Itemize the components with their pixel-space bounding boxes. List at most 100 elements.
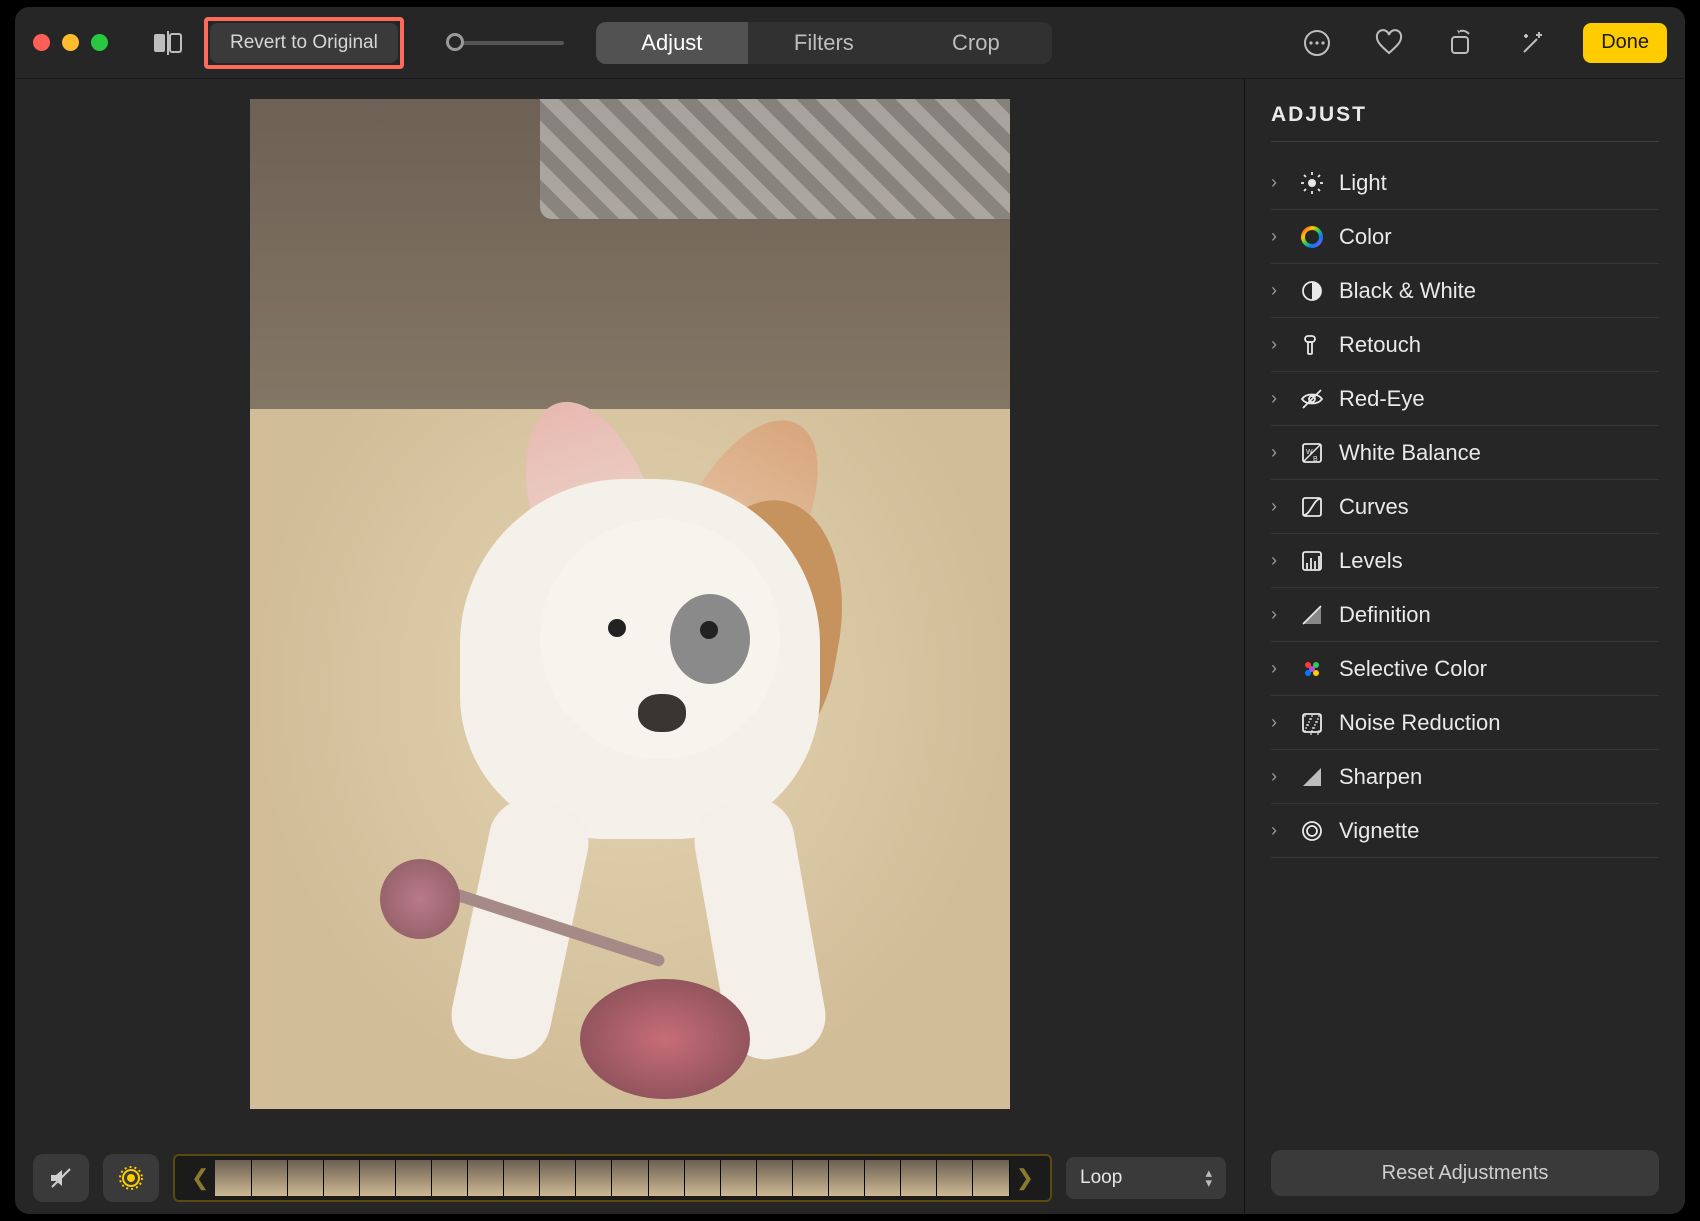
revert-to-original-button[interactable]: Revert to Original bbox=[210, 23, 398, 63]
chevron-right-icon: › bbox=[1271, 334, 1285, 355]
adjustment-row-selective-color[interactable]: ›Selective Color bbox=[1271, 642, 1659, 696]
editor-body: ❮ ❯ Loop ▴▾ ADJUST ›Light›Color›Black & … bbox=[15, 79, 1685, 1214]
edit-mode-tabs: Adjust Filters Crop bbox=[596, 22, 1052, 64]
more-options-button[interactable] bbox=[1295, 21, 1339, 65]
playback-mode-value: Loop bbox=[1080, 1167, 1122, 1189]
chevron-right-icon: › bbox=[1271, 712, 1285, 733]
zoom-slider[interactable] bbox=[454, 41, 564, 45]
timeline-thumb bbox=[540, 1160, 576, 1196]
tab-crop[interactable]: Crop bbox=[900, 22, 1052, 64]
live-icon bbox=[118, 1165, 144, 1191]
adjustment-label: Red-Eye bbox=[1339, 386, 1425, 412]
live-photo-button[interactable] bbox=[103, 1154, 159, 1202]
adjustment-row-noise-reduction[interactable]: ›Noise Reduction bbox=[1271, 696, 1659, 750]
timeline-thumbs bbox=[215, 1160, 1009, 1196]
adjustment-row-levels[interactable]: ›Levels bbox=[1271, 534, 1659, 588]
adjustments-list: ›Light›Color›Black & White›Retouch›Red-E… bbox=[1271, 156, 1659, 858]
adjustment-label: Vignette bbox=[1339, 818, 1419, 844]
photo-preview[interactable] bbox=[250, 99, 1010, 1109]
adjustment-row-white-balance[interactable]: ›WBWhite Balance bbox=[1271, 426, 1659, 480]
adjustment-label: Color bbox=[1339, 224, 1392, 250]
adjustment-row-red-eye[interactable]: › Red-Eye bbox=[1271, 372, 1659, 426]
timeline-thumb bbox=[252, 1160, 288, 1196]
compare-icon bbox=[153, 31, 183, 55]
fullscreen-window-button[interactable] bbox=[91, 34, 108, 51]
tab-adjust[interactable]: Adjust bbox=[596, 22, 748, 64]
timeline-thumb bbox=[504, 1160, 540, 1196]
timeline-thumb bbox=[649, 1160, 685, 1196]
adjustment-label: Selective Color bbox=[1339, 656, 1487, 682]
close-window-button[interactable] bbox=[33, 34, 50, 51]
levels-icon bbox=[1299, 548, 1325, 574]
zoom-track bbox=[454, 41, 564, 45]
timeline-left-icon: ❮ bbox=[185, 1165, 215, 1191]
canvas-column: ❮ ❯ Loop ▴▾ bbox=[15, 79, 1245, 1214]
minimize-window-button[interactable] bbox=[62, 34, 79, 51]
auto-enhance-button[interactable] bbox=[1511, 21, 1555, 65]
timeline-thumb bbox=[865, 1160, 901, 1196]
timeline-thumb bbox=[468, 1160, 504, 1196]
chevron-right-icon: › bbox=[1271, 172, 1285, 193]
definition-icon bbox=[1299, 602, 1325, 628]
chevron-right-icon: › bbox=[1271, 496, 1285, 517]
adjustment-row-retouch[interactable]: › Retouch bbox=[1271, 318, 1659, 372]
adjustment-row-sharpen[interactable]: ›Sharpen bbox=[1271, 750, 1659, 804]
noise-icon bbox=[1299, 710, 1325, 736]
timeline-thumb bbox=[685, 1160, 721, 1196]
redeye-icon bbox=[1299, 386, 1325, 412]
canvas-area bbox=[15, 79, 1244, 1142]
adjustment-row-definition[interactable]: › Definition bbox=[1271, 588, 1659, 642]
timeline-thumb bbox=[360, 1160, 396, 1196]
adjustment-label: Light bbox=[1339, 170, 1387, 196]
adjustment-row-light[interactable]: › Light bbox=[1271, 156, 1659, 210]
adjustment-row-curves[interactable]: ›Curves bbox=[1271, 480, 1659, 534]
live-photo-bar: ❮ ❯ Loop ▴▾ bbox=[15, 1142, 1244, 1214]
zoom-knob[interactable] bbox=[446, 33, 464, 51]
reset-adjustments-button[interactable]: Reset Adjustments bbox=[1271, 1150, 1659, 1196]
curves-icon bbox=[1299, 494, 1325, 520]
ellipsis-circle-icon bbox=[1303, 29, 1331, 57]
rotate-ccw-icon bbox=[1447, 29, 1475, 57]
chevron-right-icon: › bbox=[1271, 388, 1285, 409]
adjustment-row-color[interactable]: ›Color bbox=[1271, 210, 1659, 264]
vignette-icon bbox=[1299, 818, 1325, 844]
timeline-thumb bbox=[973, 1160, 1009, 1196]
adjustment-label: Retouch bbox=[1339, 332, 1421, 358]
timeline-thumb bbox=[937, 1160, 973, 1196]
heart-icon bbox=[1375, 29, 1403, 57]
timeline-thumb bbox=[901, 1160, 937, 1196]
chevron-right-icon: › bbox=[1271, 604, 1285, 625]
adjustment-row-vignette[interactable]: › Vignette bbox=[1271, 804, 1659, 858]
mute-button[interactable] bbox=[33, 1154, 89, 1202]
speaker-muted-icon bbox=[48, 1165, 74, 1191]
light-icon bbox=[1299, 170, 1325, 196]
photos-edit-window: Revert to Original Adjust Filters Crop bbox=[15, 7, 1685, 1214]
timeline-thumb bbox=[576, 1160, 612, 1196]
adjust-panel-title: ADJUST bbox=[1271, 95, 1659, 142]
live-photo-timeline[interactable]: ❮ ❯ bbox=[173, 1154, 1052, 1202]
retouch-icon bbox=[1299, 332, 1325, 358]
favorite-button[interactable] bbox=[1367, 21, 1411, 65]
adjustment-row-black-white[interactable]: › Black & White bbox=[1271, 264, 1659, 318]
chevron-right-icon: › bbox=[1271, 820, 1285, 841]
chevron-right-icon: › bbox=[1271, 280, 1285, 301]
timeline-thumb bbox=[721, 1160, 757, 1196]
done-button[interactable]: Done bbox=[1583, 23, 1667, 63]
compare-original-button[interactable] bbox=[144, 25, 192, 61]
adjustment-label: Sharpen bbox=[1339, 764, 1422, 790]
tab-filters[interactable]: Filters bbox=[748, 22, 900, 64]
timeline-thumb bbox=[215, 1160, 251, 1196]
timeline-thumb bbox=[757, 1160, 793, 1196]
adjust-sidebar: ADJUST ›Light›Color›Black & White›Retouc… bbox=[1245, 79, 1685, 1214]
chevron-right-icon: › bbox=[1271, 442, 1285, 463]
timeline-thumb bbox=[324, 1160, 360, 1196]
svg-text:B: B bbox=[1313, 456, 1318, 463]
adjustment-label: Levels bbox=[1339, 548, 1403, 574]
timeline-thumb bbox=[793, 1160, 829, 1196]
rotate-button[interactable] bbox=[1439, 21, 1483, 65]
timeline-thumb bbox=[396, 1160, 432, 1196]
adjustment-label: Definition bbox=[1339, 602, 1431, 628]
adjustment-label: Black & White bbox=[1339, 278, 1476, 304]
playback-mode-select[interactable]: Loop ▴▾ bbox=[1066, 1157, 1226, 1199]
chevron-updown-icon: ▴▾ bbox=[1205, 1168, 1212, 1188]
